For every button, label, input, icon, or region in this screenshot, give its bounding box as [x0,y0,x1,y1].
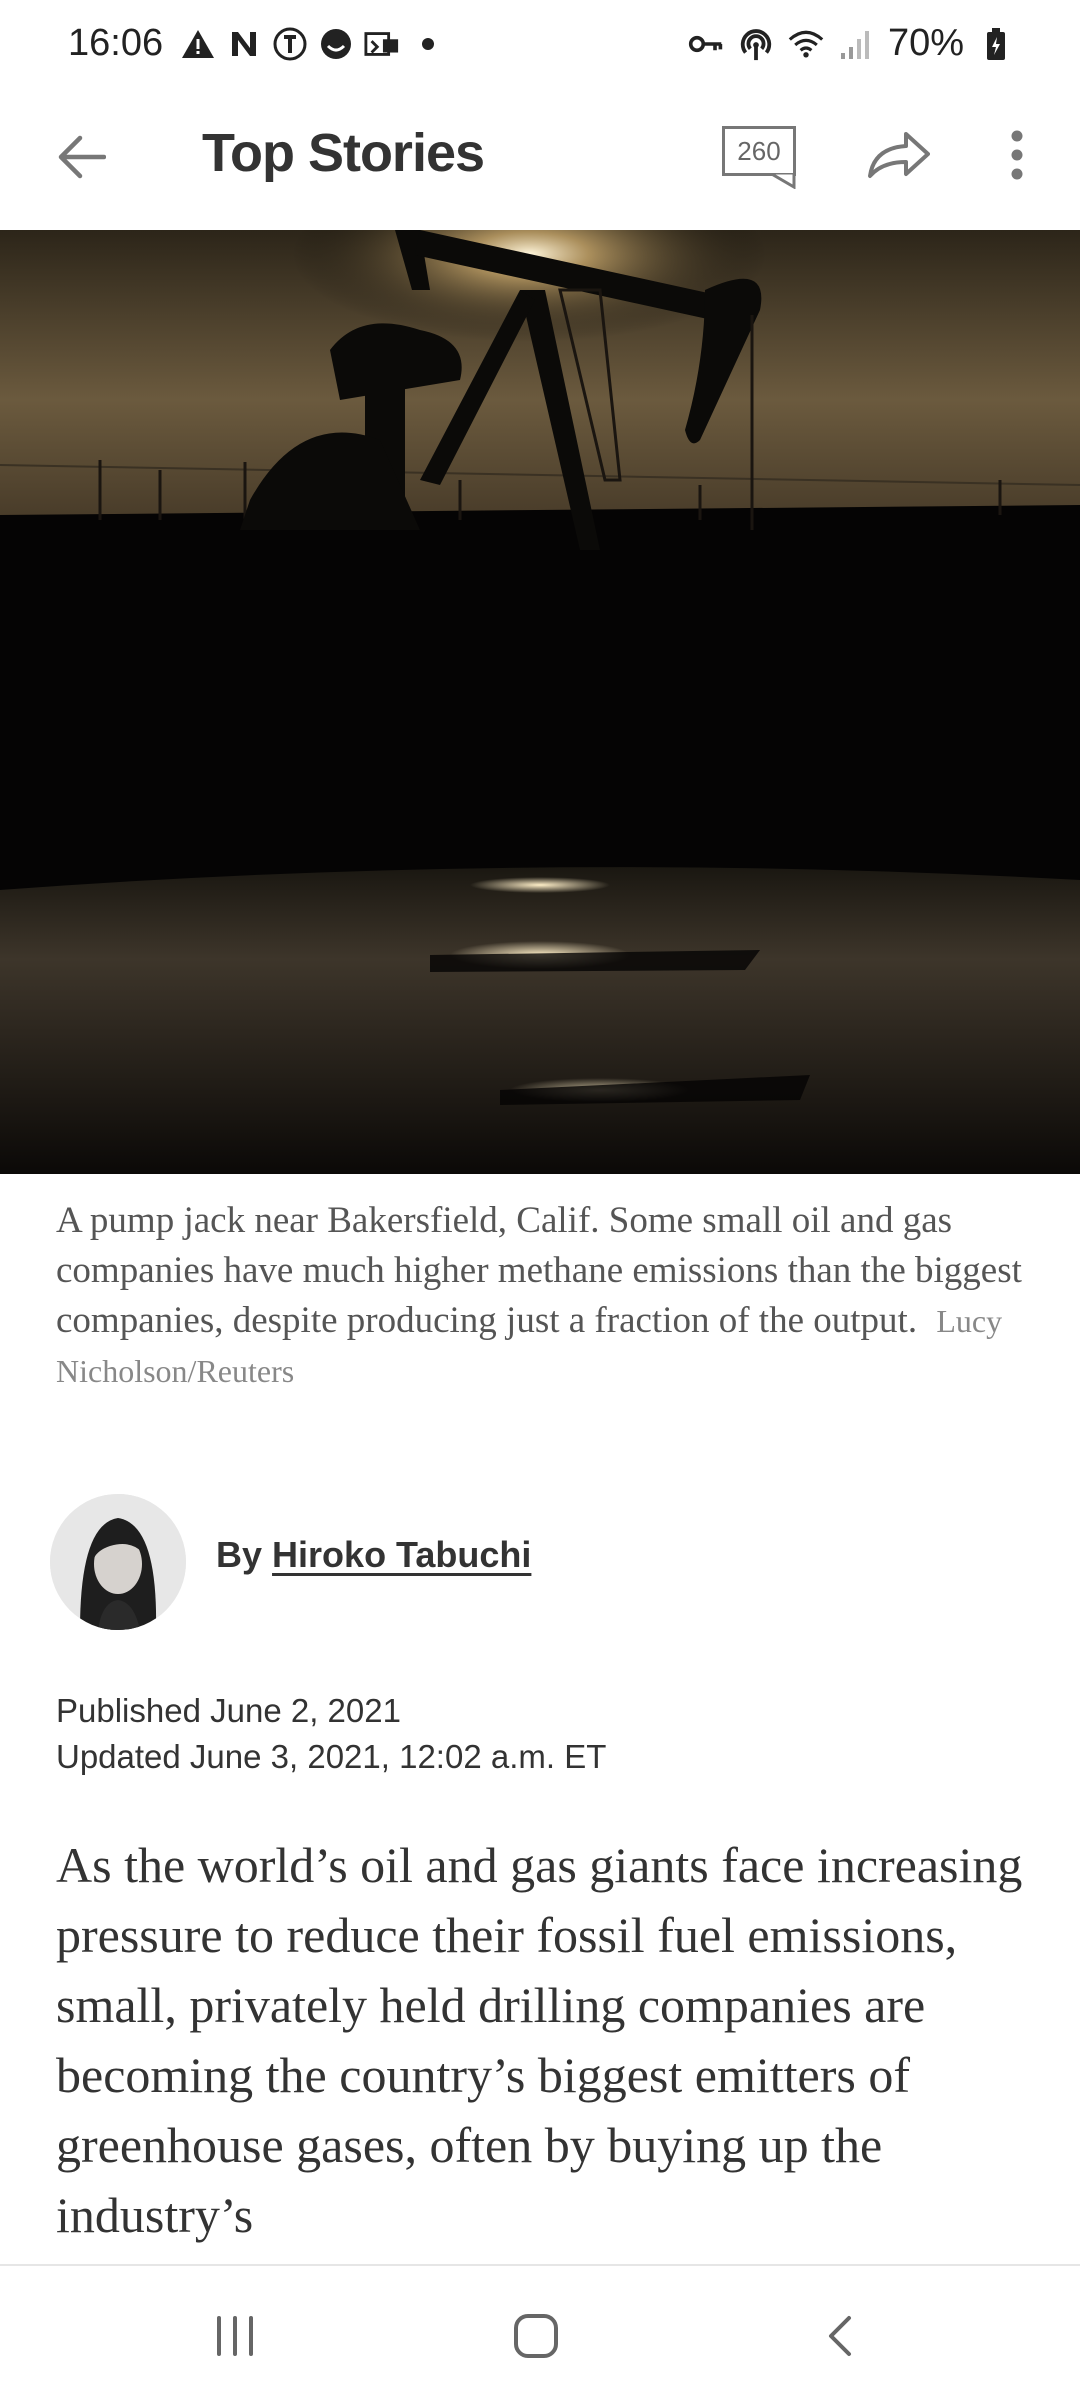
status-time: 16:06 [68,22,164,64]
author-avatar[interactable] [50,1494,186,1630]
status-bar: 16:06 70% [0,0,1080,96]
battery-icon [978,26,1014,62]
warning-icon [180,26,216,62]
back-nav-button[interactable] [800,2296,880,2376]
arrow-left-icon [58,135,106,179]
back-button[interactable] [46,122,116,192]
home-icon [514,2314,558,2358]
wifi-icon [788,26,824,62]
comments-count: 260 [722,126,796,176]
comment-tail-icon [770,173,796,189]
hero-photo [0,230,1080,1174]
nyt-t-icon [272,26,308,62]
caption-text: A pump jack near Bakersfield, Calif. Som… [56,1200,1022,1341]
byline-prefix: By [216,1534,263,1575]
more-options-button[interactable] [992,120,1042,190]
author-photo [50,1494,186,1630]
published-date: Published June 2, 2021 [56,1692,401,1729]
share-arrow-icon [868,132,930,178]
photo-caption: A pump jack near Bakersfield, Calif. Som… [56,1196,1036,1396]
comments-button[interactable]: 260 [722,126,802,189]
system-icons: 70% [688,22,1014,65]
nyt-n-icon [226,26,262,62]
section-title: Top Stories [202,123,485,183]
battery-percent: 70% [887,22,964,64]
dot-icon [410,26,446,62]
top-app-bar: Top Stories 260 [0,96,1080,230]
share-button[interactable] [862,120,934,190]
chevron-left-icon [829,2316,851,2356]
vpn-icon [364,26,400,62]
recent-apps-icon [217,2316,253,2356]
system-nav-bar [0,2264,1080,2402]
key-icon [688,26,724,62]
hotspot-icon [738,26,774,62]
pump-jack-photo [0,230,1080,1174]
more-vert-icon [1011,130,1023,180]
byline: By Hiroko Tabuchi [216,1534,531,1576]
home-button[interactable] [496,2296,576,2376]
signal-icon [838,26,874,62]
article-dates: Published June 2, 2021 Updated June 3, 2… [56,1688,606,1780]
author-link[interactable]: Hiroko Tabuchi [272,1534,531,1575]
recent-apps-button[interactable] [195,2296,275,2376]
updated-date: Updated June 3, 2021, 12:02 a.m. ET [56,1738,607,1775]
article-summary: As the world’s oil and gas giants face i… [56,1837,1023,2243]
face-icon [318,26,354,62]
notification-icons [180,26,446,62]
